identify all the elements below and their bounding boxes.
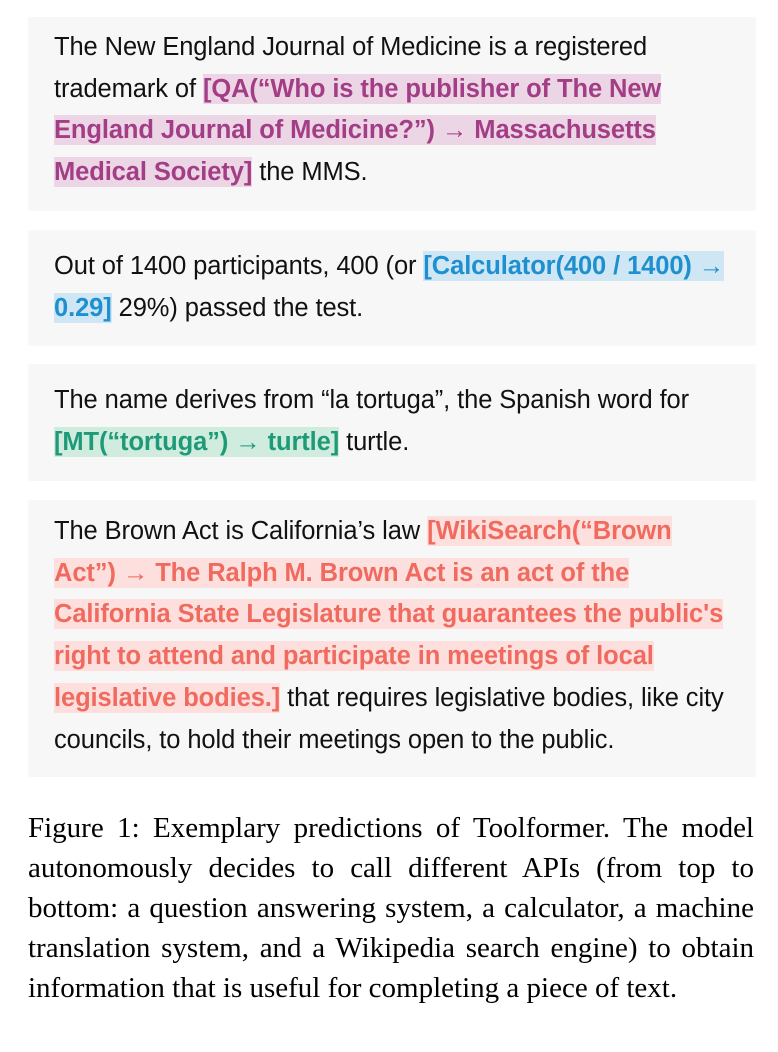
example-text-before: The Brown Act is California’s law — [54, 517, 428, 545]
example-qa: The New England Journal of Medicine is a… — [28, 17, 756, 211]
example-text-after: turtle. — [339, 427, 410, 456]
example-machine-translation: The name derives from “la tortuga”, the … — [28, 364, 756, 481]
example-text-after: the MMS. — [252, 158, 368, 187]
example-calculator: Out of 1400 participants, 400 (or [Calcu… — [28, 230, 756, 346]
api-call-mt: [MT(“tortuga”) → turtle] — [54, 426, 340, 457]
figure-caption: Figure 1: Exemplary predictions of Toolf… — [28, 812, 754, 1004]
example-text-before: Out of 1400 participants, 400 (or — [54, 252, 424, 280]
example-text-before: The name derives from “la tortuga”, the … — [54, 386, 690, 414]
example-text-after: 29%) passed the test. — [111, 293, 364, 322]
example-wikisearch: The Brown Act is California’s law [WikiS… — [28, 500, 756, 777]
